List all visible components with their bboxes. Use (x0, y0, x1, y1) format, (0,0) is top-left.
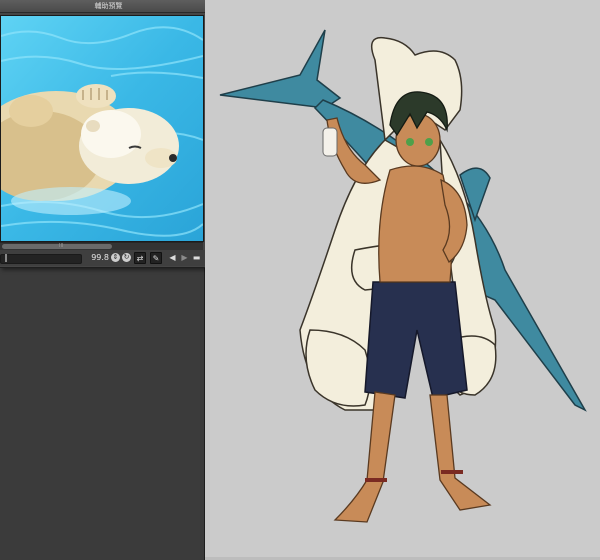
zoom-stepper-icon[interactable]: ⇕ (111, 253, 120, 262)
open-image-icon[interactable]: ▬ (191, 252, 202, 263)
palette-titlebar[interactable]: 輔助預覽 × (0, 0, 217, 13)
previous-image-icon[interactable]: ◀ (167, 252, 178, 263)
zoom-slider-knob[interactable] (5, 254, 7, 262)
zoom-slider[interactable] (0, 254, 82, 264)
eyedropper-icon[interactable]: ✎ (150, 252, 162, 264)
character-illustration (219, 29, 587, 523)
palette-title-text: 輔助預覽 (94, 2, 123, 10)
main-canvas[interactable] (205, 0, 600, 560)
preview-horizontal-scrollbar[interactable]: III (0, 242, 203, 250)
anklet-left (365, 478, 387, 482)
anklet-right (441, 470, 463, 474)
horizontal-scroll-thumb[interactable] (2, 244, 112, 249)
palette-toolbar: 99.8 ⇕ ↻ ⇄ ✎ ◀ ▶ ▬ ▥ (0, 250, 217, 266)
reference-image-preview[interactable] (0, 15, 204, 242)
shorts (364, 281, 468, 399)
polar-bear-photo (1, 16, 203, 241)
scroll-grip: III (59, 243, 64, 249)
sub-view-palette: 輔助預覽 × (0, 0, 218, 268)
next-image-icon[interactable]: ▶ (179, 252, 190, 263)
arm-bandage (322, 127, 338, 157)
rotate-icon[interactable]: ↻ (122, 253, 131, 262)
zoom-value[interactable]: 99.8 (84, 252, 109, 264)
flip-icon[interactable]: ⇄ (134, 252, 146, 264)
